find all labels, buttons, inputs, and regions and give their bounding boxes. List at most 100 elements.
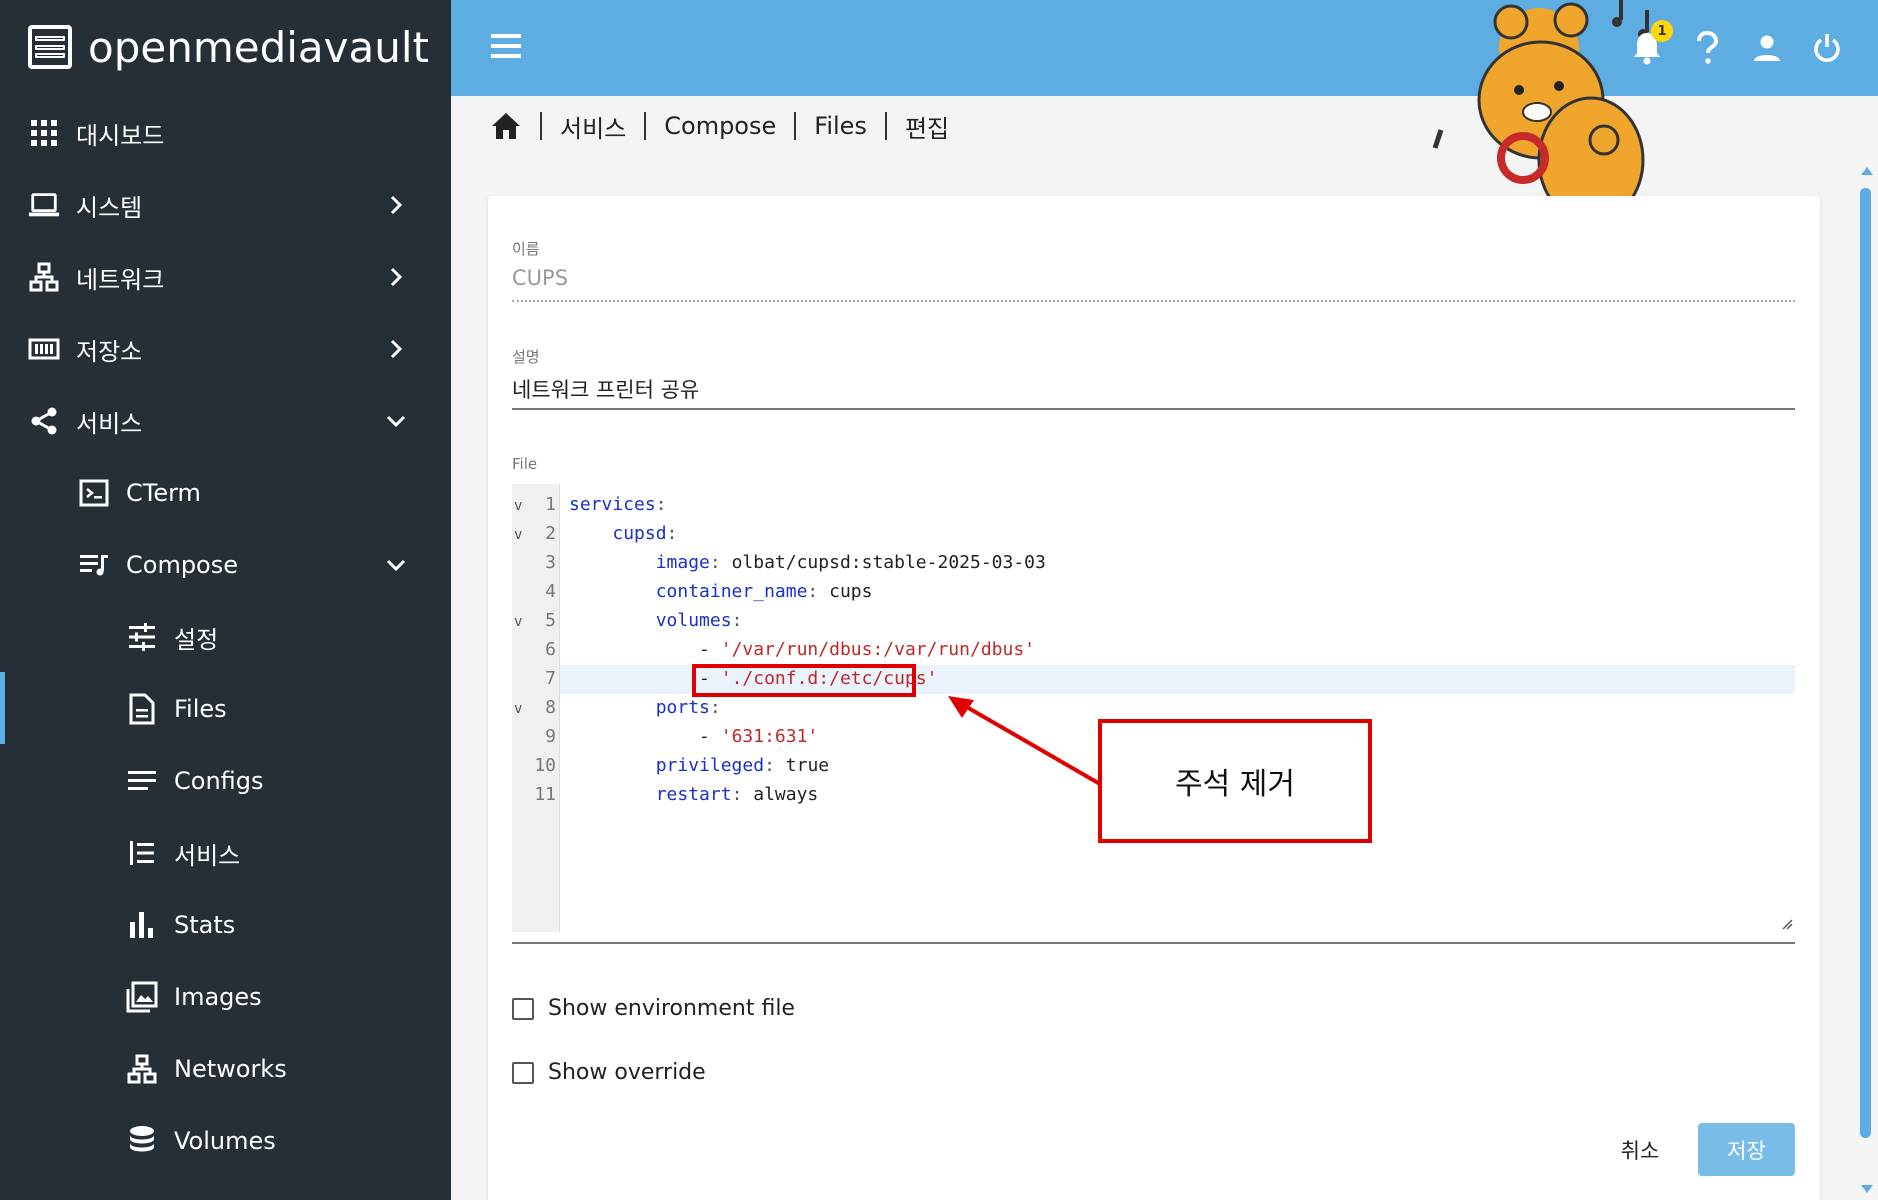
chevron-down-icon bbox=[386, 559, 406, 572]
code-line: ports: bbox=[655, 697, 721, 718]
sidebar-item-compose-services[interactable]: 서비스 bbox=[126, 825, 408, 881]
network-icon bbox=[28, 261, 60, 293]
resize-handle-icon[interactable] bbox=[1781, 918, 1793, 930]
terminal-icon bbox=[78, 477, 110, 509]
line-number: 7 bbox=[545, 668, 556, 689]
chevron-right-icon bbox=[390, 195, 403, 215]
sidebar-item-configs[interactable]: Configs bbox=[126, 753, 408, 809]
code-line: services: bbox=[569, 494, 667, 515]
database-icon bbox=[126, 1125, 158, 1157]
sidebar-item-label: Images bbox=[174, 983, 262, 1011]
checkbox-icon bbox=[512, 1061, 534, 1084]
line-number: 4 bbox=[545, 581, 556, 602]
active-indicator bbox=[0, 672, 5, 744]
sidebar-item-label: CTerm bbox=[126, 479, 201, 507]
sidebar-item-label: Volumes bbox=[174, 1127, 276, 1155]
help-icon[interactable] bbox=[1687, 28, 1727, 68]
sidebar-item-label: 서비스 bbox=[174, 841, 241, 870]
cancel-button[interactable]: 취소 bbox=[1604, 1128, 1676, 1172]
sidebar-item-stats[interactable]: Stats bbox=[126, 897, 408, 953]
sidebar-item-network[interactable]: 네트워크 bbox=[28, 249, 408, 305]
name-field: CUPS bbox=[512, 266, 569, 290]
checkbox-label: Show environment file bbox=[548, 996, 795, 1021]
line-number: 1 bbox=[545, 494, 556, 515]
breadcrumb-item[interactable]: 서비스 bbox=[560, 109, 626, 144]
sidebar-item-label: 서비스 bbox=[76, 409, 143, 438]
annotation-highlight-box bbox=[692, 664, 916, 697]
breadcrumb-item[interactable]: Files bbox=[814, 112, 867, 140]
grid-icon bbox=[28, 117, 60, 149]
save-button[interactable]: 저장 bbox=[1698, 1123, 1795, 1176]
sidebar-item-services[interactable]: 서비스 bbox=[28, 393, 408, 449]
line-number: 11 bbox=[534, 784, 556, 805]
network-icon bbox=[126, 1053, 158, 1085]
sidebar-item-label: Files bbox=[174, 695, 227, 723]
scroll-up-icon[interactable] bbox=[1860, 166, 1874, 176]
line-number: 10 bbox=[534, 755, 556, 776]
code-line: image: olbat/cupsd:stable-2025-03-03 bbox=[655, 552, 1046, 573]
code-line: container_name: cups bbox=[655, 581, 873, 602]
openmediavault-logo-icon bbox=[28, 25, 72, 69]
brand[interactable]: openmediavault bbox=[28, 22, 429, 72]
sidebar-item-storage[interactable]: 저장소 bbox=[28, 321, 408, 377]
show-override-checkbox[interactable]: Show override bbox=[512, 1060, 706, 1085]
code-editor[interactable]: v v v v 1 2 3 4 5 6 7 8 9 10 11 services… bbox=[512, 484, 1795, 932]
name-label: 이름 bbox=[512, 240, 540, 258]
checkbox-icon bbox=[512, 997, 534, 1020]
file-icon bbox=[126, 693, 158, 725]
line-number: 5 bbox=[545, 610, 556, 631]
sidebar-item-files[interactable]: Files bbox=[126, 681, 408, 737]
chevron-right-icon bbox=[390, 267, 403, 287]
file-label: File bbox=[512, 455, 538, 473]
share-icon bbox=[28, 405, 60, 437]
code-line: restart: always bbox=[655, 784, 819, 805]
sidebar-item-label: Networks bbox=[174, 1055, 287, 1083]
sidebar-item-system[interactable]: 시스템 bbox=[28, 177, 408, 233]
sidebar-item-volumes[interactable]: Volumes bbox=[126, 1113, 408, 1169]
sidebar-item-settings[interactable]: 설정 bbox=[126, 609, 408, 665]
menu-icon[interactable] bbox=[491, 34, 521, 58]
sidebar-item-label: 대시보드 bbox=[76, 121, 165, 150]
code-line: privileged: true bbox=[655, 755, 830, 776]
lines-icon bbox=[126, 765, 158, 797]
code-line: - '/var/run/dbus:/var/run/dbus' bbox=[699, 639, 1036, 660]
top-bar: 1 bbox=[451, 0, 1878, 224]
power-icon[interactable] bbox=[1807, 28, 1847, 68]
storage-icon bbox=[28, 333, 60, 365]
annotation-arrow bbox=[948, 696, 1102, 786]
image-icon bbox=[126, 981, 158, 1013]
settings-sliders-icon bbox=[126, 621, 158, 653]
sidebar-item-label: 네트워크 bbox=[76, 265, 165, 294]
sidebar-item-dashboard[interactable]: 대시보드 bbox=[28, 105, 408, 161]
code-line: - '631:631' bbox=[699, 726, 819, 747]
sidebar-item-networks[interactable]: Networks bbox=[126, 1041, 408, 1097]
sidebar-item-label: Compose bbox=[126, 551, 239, 579]
notifications-icon[interactable]: 1 bbox=[1627, 20, 1673, 68]
sidebar-item-compose[interactable]: Compose bbox=[78, 537, 408, 593]
line-number: 9 bbox=[545, 726, 556, 747]
user-icon[interactable] bbox=[1747, 28, 1787, 68]
scroll-down-icon[interactable] bbox=[1860, 1184, 1874, 1194]
chevron-down-icon bbox=[386, 415, 406, 428]
line-number: 6 bbox=[545, 639, 556, 660]
sidebar-item-label: Stats bbox=[174, 911, 236, 939]
breadcrumb-item[interactable]: Compose bbox=[664, 112, 776, 140]
line-number: 2 bbox=[545, 523, 556, 544]
annotation-label: 주석 제거 bbox=[1098, 719, 1372, 843]
home-icon[interactable] bbox=[490, 110, 522, 142]
code-line: cupsd: bbox=[612, 523, 678, 544]
sidebar-item-cterm[interactable]: CTerm bbox=[78, 465, 408, 521]
bar-chart-icon bbox=[126, 909, 158, 941]
compose-icon bbox=[78, 549, 110, 581]
line-number: 8 bbox=[545, 697, 556, 718]
sidebar-item-images[interactable]: Images bbox=[126, 969, 408, 1025]
scrollbar-thumb[interactable] bbox=[1860, 188, 1871, 1138]
description-field[interactable]: 네트워크 프린터 공유 bbox=[512, 374, 699, 404]
show-env-checkbox[interactable]: Show environment file bbox=[512, 996, 795, 1021]
brand-name: openmediavault bbox=[88, 22, 429, 72]
line-number: 3 bbox=[545, 552, 556, 573]
sidebar-item-label: 저장소 bbox=[76, 337, 143, 366]
laptop-icon bbox=[28, 189, 60, 221]
sidebar-item-label: 시스템 bbox=[76, 193, 143, 222]
sidebar-item-label: Configs bbox=[174, 767, 264, 795]
